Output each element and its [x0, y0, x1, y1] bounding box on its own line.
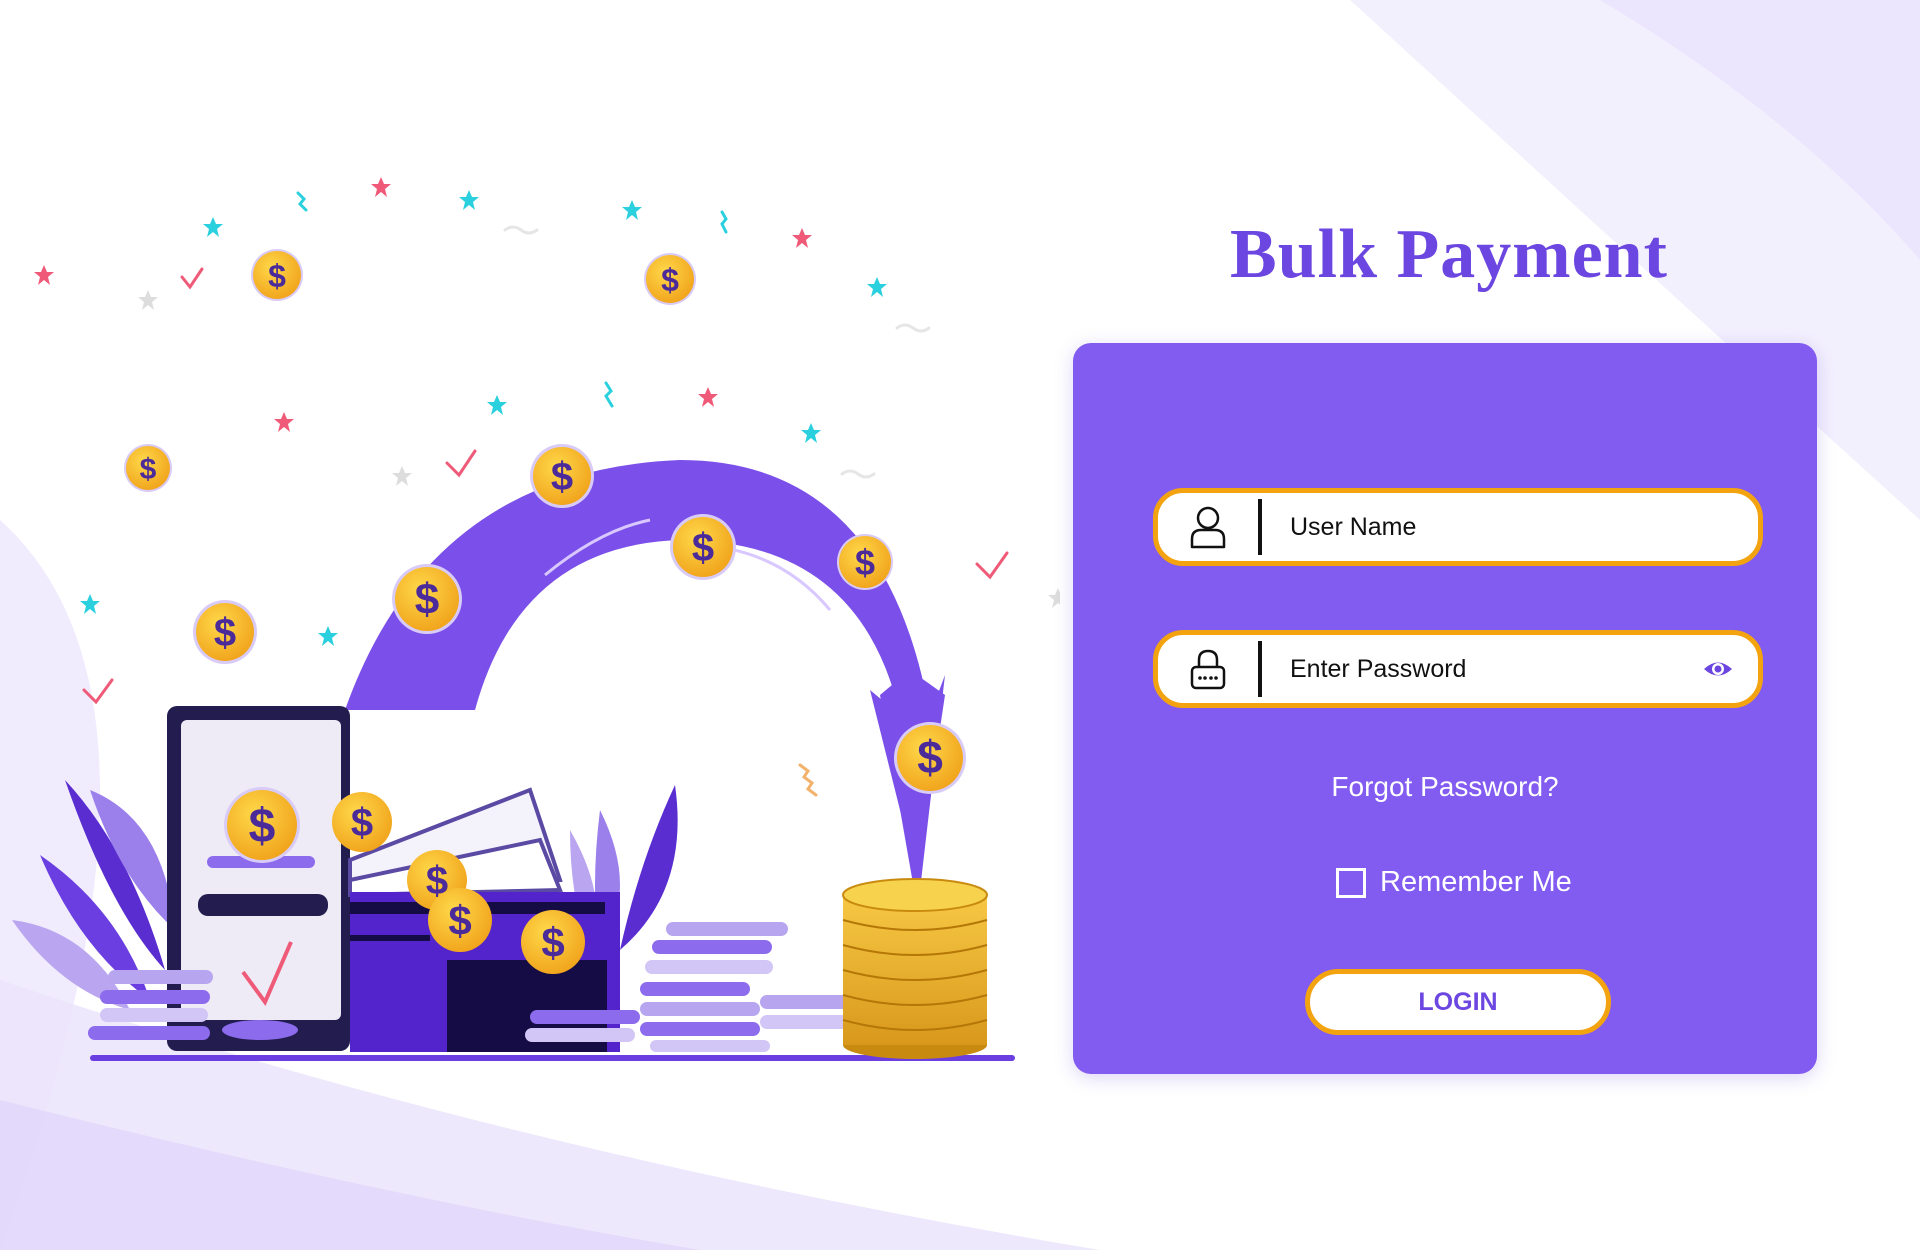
coin: $: [124, 444, 172, 492]
password-field-wrapper: [1153, 630, 1763, 708]
svg-text:$: $: [268, 258, 286, 294]
coin: $: [521, 910, 585, 974]
svg-text:$: $: [661, 262, 679, 298]
coin: $: [392, 564, 462, 634]
username-field-wrapper: [1153, 488, 1763, 566]
svg-text:$: $: [692, 526, 714, 570]
remember-me-label: Remember Me: [1380, 866, 1572, 898]
coin: $: [251, 249, 303, 301]
gold-coin-stack: [842, 878, 988, 1059]
eye-icon[interactable]: [1678, 658, 1758, 680]
svg-text:$: $: [214, 611, 236, 655]
username-input[interactable]: [1262, 496, 1758, 558]
svg-text:$: $: [917, 731, 943, 783]
coin: $: [193, 600, 257, 664]
forgot-password-link[interactable]: Forgot Password?: [1073, 771, 1817, 803]
page-title: Bulk Payment: [1230, 216, 1668, 293]
coin: $: [224, 787, 300, 863]
coin: $: [837, 534, 893, 590]
password-input[interactable]: [1262, 638, 1678, 700]
user-icon: [1158, 505, 1258, 549]
svg-text:$: $: [551, 455, 573, 499]
svg-text:$: $: [541, 919, 564, 966]
svg-text:$: $: [448, 897, 471, 944]
remember-me[interactable]: Remember Me: [1336, 866, 1572, 899]
svg-text:$: $: [351, 801, 373, 845]
remember-me-checkbox[interactable]: [1336, 867, 1366, 898]
svg-text:$: $: [140, 453, 157, 486]
coin: $: [332, 792, 392, 852]
coin: $: [530, 444, 594, 508]
coin: $: [670, 514, 736, 580]
login-card: Forgot Password? Remember Me LOGIN: [1073, 343, 1817, 1074]
login-button[interactable]: LOGIN: [1305, 969, 1611, 1035]
svg-text:$: $: [249, 800, 276, 853]
coin: $: [428, 888, 492, 952]
payment-illustration: $ $ $ $ $ $ $ $ $ $ $ $ $ $: [12, 177, 1060, 1061]
lock-icon: [1158, 647, 1258, 691]
svg-text:$: $: [855, 542, 875, 583]
coin: $: [894, 722, 966, 794]
svg-text:$: $: [415, 575, 439, 624]
coin: $: [644, 253, 696, 305]
